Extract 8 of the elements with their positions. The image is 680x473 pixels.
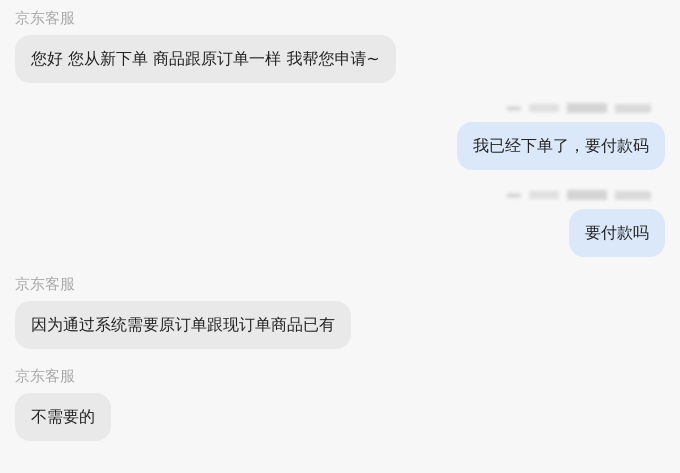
sender-name: 京东客服 <box>15 9 75 28</box>
message-bubble: 不需要的 <box>15 393 111 441</box>
message-bubble: 要付款吗 <box>569 209 665 257</box>
message-bubble: 因为通过系统需要原订单跟现订单商品已有 <box>15 301 351 349</box>
message-bubble: 我已经下单了，要付款码 <box>457 122 665 170</box>
sender-name: 京东客服 <box>15 275 75 294</box>
sender-name: 京东客服 <box>15 367 75 386</box>
message-bubble: 您好 您从新下单 商品跟原订单一样 我帮您申请~ <box>15 35 396 83</box>
